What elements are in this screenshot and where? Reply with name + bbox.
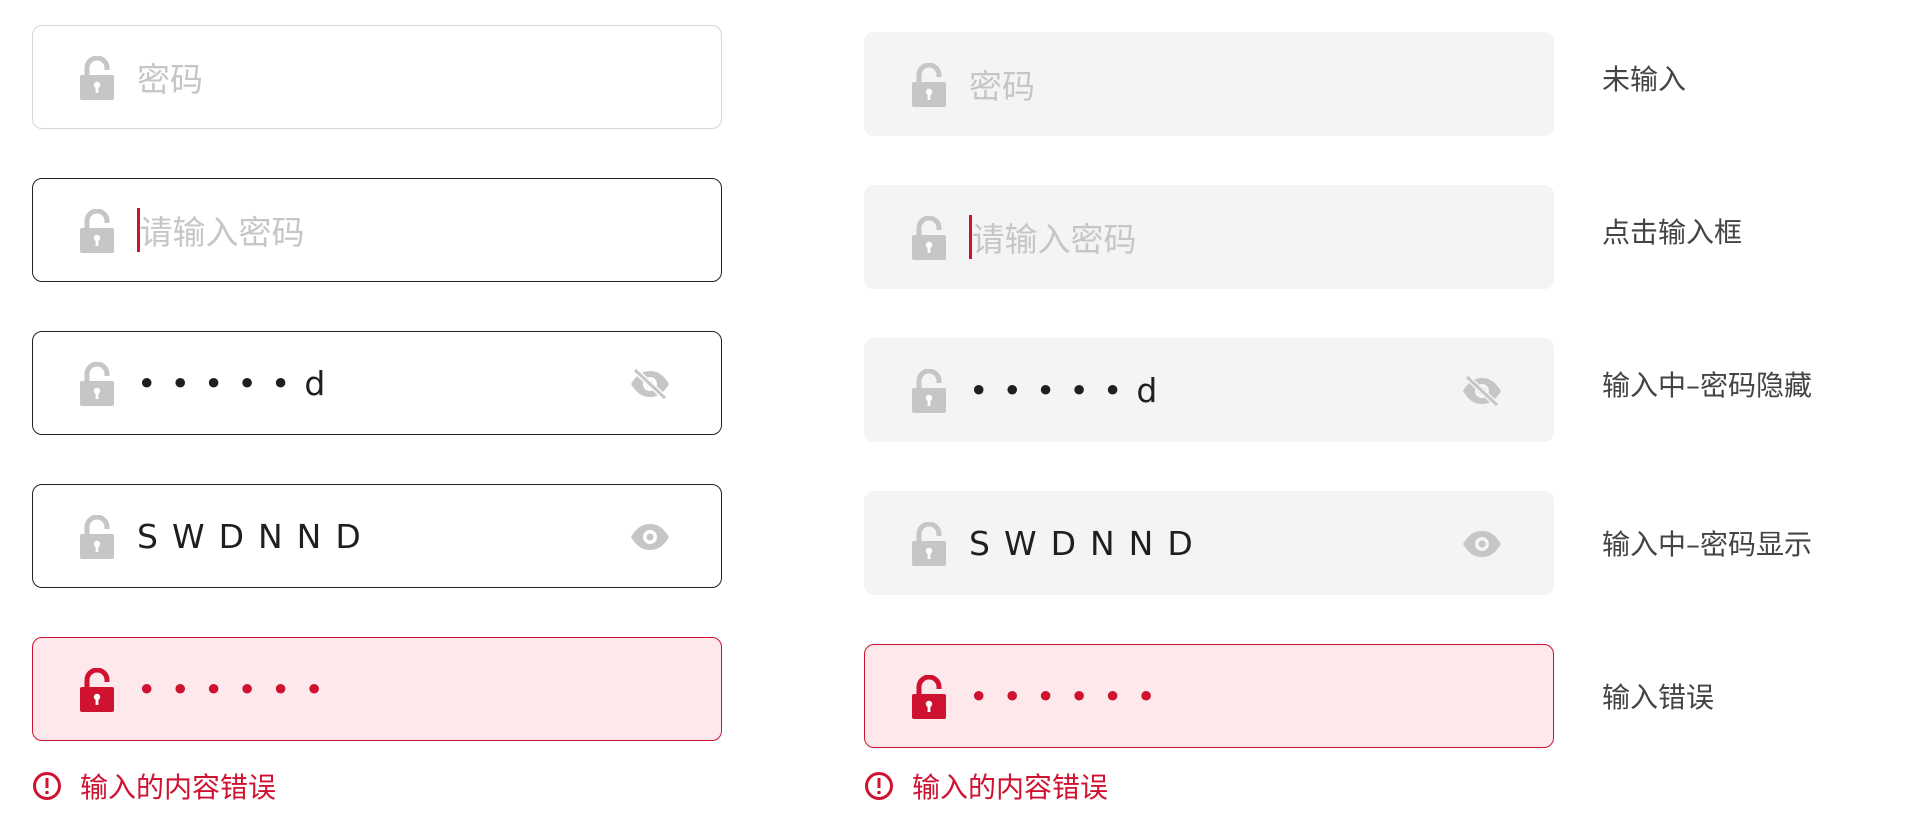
password-field-error-filled[interactable]: ••••••: [864, 644, 1554, 748]
password-value: ••••••: [137, 669, 338, 709]
exclamation-circle-icon: [864, 771, 894, 801]
password-field-shown-filled[interactable]: SWDNND: [864, 491, 1554, 595]
lock-icon: [910, 216, 948, 260]
password-field-idle-filled[interactable]: 密码: [864, 32, 1554, 136]
lock-icon: [910, 522, 948, 566]
password-placeholder: 请输入密码: [971, 220, 1137, 259]
error-message-text: 输入的内容错误: [912, 771, 1109, 804]
password-field-focused-filled[interactable]: 请输入密码: [864, 185, 1554, 289]
eye-icon[interactable]: [1461, 526, 1503, 562]
eye-slash-icon[interactable]: [1461, 373, 1503, 409]
lock-icon: [910, 369, 948, 413]
password-value: SWDNND: [137, 516, 375, 556]
password-field-shown-outlined[interactable]: SWDNND: [32, 484, 722, 588]
password-value: ••••••: [969, 676, 1170, 716]
password-field-focused-outlined[interactable]: 请输入密码: [32, 178, 722, 282]
lock-icon: [78, 668, 116, 712]
password-field-idle-outlined[interactable]: 密码: [32, 25, 722, 129]
state-label-shown: 输入中–密码显示: [1602, 528, 1813, 561]
password-field-error-outlined[interactable]: ••••••: [32, 637, 722, 741]
error-message-text: 输入的内容错误: [80, 771, 277, 804]
eye-icon[interactable]: [629, 519, 671, 555]
state-label-idle: 未输入: [1602, 63, 1687, 96]
password-placeholder: 密码: [137, 60, 203, 99]
password-value: •••••d: [137, 363, 340, 403]
error-message: 输入的内容错误: [32, 768, 276, 804]
exclamation-circle-icon: [32, 771, 62, 801]
password-value: SWDNND: [969, 523, 1207, 563]
state-label-hidden: 输入中–密码隐藏: [1602, 369, 1813, 402]
lock-icon: [78, 56, 116, 100]
lock-icon: [910, 675, 948, 719]
eye-slash-icon[interactable]: [629, 366, 671, 402]
lock-icon: [78, 515, 116, 559]
password-placeholder: 请输入密码: [139, 213, 305, 252]
password-field-hidden-outlined[interactable]: •••••d: [32, 331, 722, 435]
state-label-error: 输入错误: [1602, 681, 1715, 714]
error-message: 输入的内容错误: [864, 768, 1108, 804]
lock-icon: [910, 63, 948, 107]
lock-icon: [78, 209, 116, 253]
password-value: •••••d: [969, 370, 1172, 410]
password-field-hidden-filled[interactable]: •••••d: [864, 338, 1554, 442]
password-placeholder: 密码: [969, 67, 1035, 106]
state-label-focused: 点击输入框: [1602, 216, 1743, 249]
lock-icon: [78, 362, 116, 406]
